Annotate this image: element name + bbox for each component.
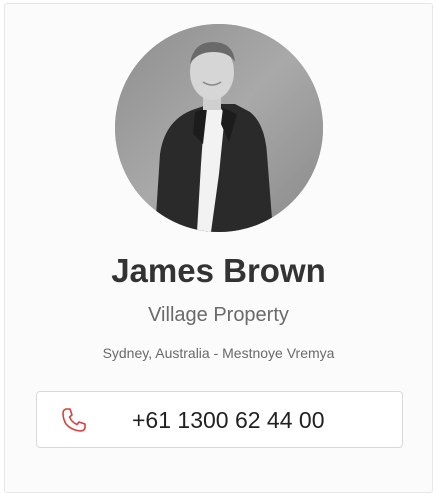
agent-card: James Brown Village Property Sydney, Aus…: [4, 3, 433, 493]
agent-photo: [115, 24, 323, 232]
agent-name: James Brown: [111, 252, 326, 289]
phone-number: +61 1300 62 44 00: [132, 407, 325, 433]
agent-company: Village Property: [148, 304, 289, 326]
call-button[interactable]: +61 1300 62 44 00: [36, 391, 403, 448]
phone-icon: [59, 405, 89, 435]
agent-location: Sydney, Australia - Mestnoye Vremya: [102, 345, 335, 361]
